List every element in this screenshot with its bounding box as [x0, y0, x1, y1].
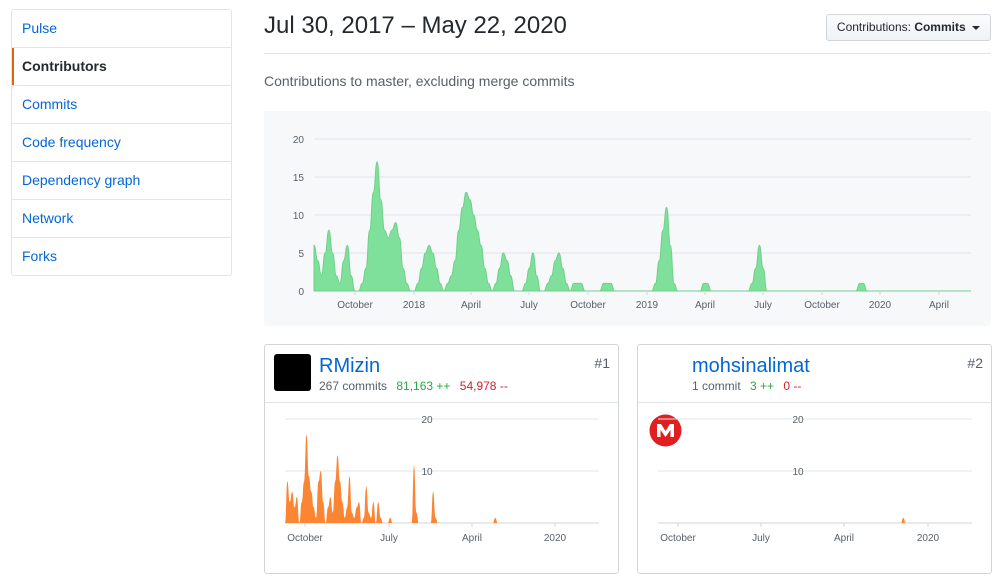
contributor-card-header: mohsinalimat 1 commit 3 ++ 0 -- #2: [638, 345, 991, 447]
x-tick-label: July: [754, 300, 772, 311]
dropdown-value: Commits: [914, 20, 966, 34]
page-title: Jul 30, 2017 – May 22, 2020: [264, 12, 567, 39]
x-tick-label: October: [337, 300, 373, 311]
avatar[interactable]: [274, 354, 311, 391]
y-tick-label: 20: [293, 135, 305, 146]
x-tick-label: 2018: [403, 300, 426, 311]
contributions-chart-svg: 0 5 10 15 20 October 2018 April July October 2019 A…: [293, 135, 971, 311]
x-tick-label: April: [461, 300, 481, 311]
x-tick-label: 2020: [917, 533, 940, 544]
commit-count[interactable]: 1 commit: [692, 379, 741, 393]
contributions-chart[interactable]: 0 5 10 15 20 October 2018 April July October 2019 A…: [264, 111, 991, 326]
additions-count: 81,163 ++: [396, 379, 451, 393]
y-tick-label: 0: [298, 287, 304, 298]
contributor-card-header: RMizin 267 commits 81,163 ++ 54,978 -- #…: [265, 345, 618, 403]
contributions-type-dropdown[interactable]: Contributions: Commits: [825, 14, 991, 41]
x-tick-label: October: [804, 300, 840, 311]
header-divider: [264, 53, 991, 54]
series-area: [658, 517, 938, 523]
insights-sidebar: Pulse Contributors Commits Code frequenc…: [11, 9, 232, 276]
sidebar-item-pulse[interactable]: Pulse: [12, 10, 231, 47]
y-tick-label: 20: [421, 415, 433, 426]
x-tick-label: July: [520, 300, 538, 311]
avatar[interactable]: [647, 354, 684, 447]
sidebar-item-code-frequency[interactable]: Code frequency: [12, 123, 231, 161]
y-tick-label: 10: [293, 211, 305, 222]
dropdown-prefix: Contributions:: [836, 20, 911, 34]
y-tick-label: 10: [792, 467, 804, 478]
contributor-name-link[interactable]: RMizin: [319, 355, 380, 378]
contributor-card: RMizin 267 commits 81,163 ++ 54,978 -- #…: [264, 344, 619, 574]
sidebar-item-commits[interactable]: Commits: [12, 85, 231, 123]
x-tick-label: October: [570, 300, 606, 311]
sidebar-item-contributors[interactable]: Contributors: [12, 47, 231, 85]
sidebar-item-forks[interactable]: Forks: [12, 237, 231, 275]
x-tick-label: April: [695, 300, 715, 311]
page-subtitle: Contributions to master, excluding merge…: [264, 73, 575, 89]
x-tick-label: April: [462, 533, 482, 544]
sidebar-item-network[interactable]: Network: [12, 199, 231, 237]
contributor-stats: 1 commit 3 ++ 0 --: [692, 379, 801, 393]
contributor-name-link[interactable]: mohsinalimat: [692, 355, 810, 378]
x-tick-label: July: [752, 533, 770, 544]
sidebar-item-dependency-graph[interactable]: Dependency graph: [12, 161, 231, 199]
contributor-stats: 267 commits 81,163 ++ 54,978 --: [319, 379, 508, 393]
x-tick-label: October: [660, 533, 696, 544]
x-tick-label: 2020: [544, 533, 567, 544]
contributor-rank: #1: [594, 355, 610, 371]
contributor-chart-svg: 10 20 October July April 2020: [658, 415, 972, 544]
y-tick-label: 5: [298, 249, 304, 260]
y-tick-label: 10: [421, 467, 433, 478]
x-tick-label: April: [929, 300, 949, 311]
x-tick-label: October: [287, 533, 323, 544]
y-tick-label: 20: [792, 415, 804, 426]
y-tick-label: 15: [293, 173, 305, 184]
contributor-chart-svg: 10 20 October July April 2020: [285, 415, 599, 544]
series-area: [313, 161, 971, 292]
commit-count[interactable]: 267 commits: [319, 379, 387, 393]
x-tick-label: 2020: [869, 300, 892, 311]
x-tick-label: April: [834, 533, 854, 544]
deletions-count: 54,978 --: [459, 379, 508, 393]
x-tick-label: July: [380, 533, 398, 544]
contributor-rank: #2: [967, 355, 983, 371]
series-area: [285, 434, 555, 523]
contributor-card: mohsinalimat 1 commit 3 ++ 0 -- #2 10 20 O…: [637, 344, 992, 574]
caret-down-icon: [972, 25, 980, 30]
x-tick-label: 2019: [636, 300, 659, 311]
additions-count: 3 ++: [750, 379, 775, 393]
deletions-count: 0 --: [783, 379, 802, 393]
